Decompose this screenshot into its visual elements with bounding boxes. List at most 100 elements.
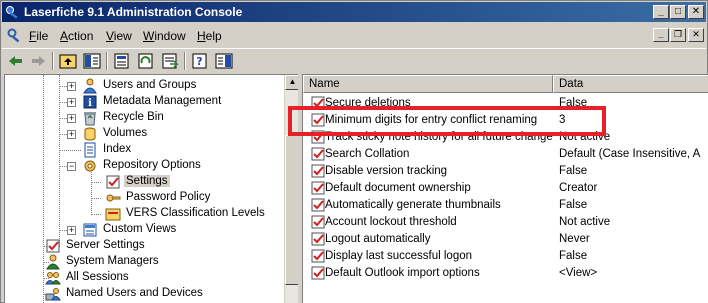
- tree-item-index[interactable]: Index: [5, 142, 284, 158]
- setting-name: Track sticky note history for all future…: [325, 131, 553, 143]
- named-users-icon: [45, 288, 61, 301]
- menu-help[interactable]: Help: [197, 29, 222, 43]
- tree-connector: [91, 198, 101, 199]
- column-header-name[interactable]: Name: [303, 75, 553, 93]
- tree-item-label: Custom Views: [103, 223, 177, 235]
- list-item[interactable]: Automatically generate thumbnails False: [303, 197, 708, 214]
- tree-item-label: Recycle Bin: [103, 111, 164, 123]
- setting-check-icon: [311, 147, 325, 161]
- tree-connector: [59, 150, 81, 151]
- admin-console-window: Laserfiche 9.1 Administration Console _ …: [0, 0, 708, 303]
- tree-item-all-sessions[interactable]: All Sessions: [5, 270, 284, 286]
- setting-value: False: [559, 97, 588, 109]
- setting-name: Logout automatically: [325, 233, 431, 245]
- expand-icon[interactable]: +: [67, 82, 76, 91]
- setting-check-icon: [311, 266, 325, 280]
- console-tree: + Users and Groups + i Metadata Manageme…: [4, 74, 298, 303]
- tree-item-system-managers[interactable]: System Managers: [5, 254, 284, 270]
- menu-help-accel: H: [197, 29, 206, 43]
- tree-item-label: Named Users and Devices: [66, 287, 203, 299]
- properties-icon[interactable]: [112, 52, 132, 70]
- menu-window-label: indow: [154, 29, 186, 43]
- list-item[interactable]: Default Outlook import options <View>: [303, 265, 708, 282]
- tree-item-metadata-management[interactable]: + i Metadata Management: [5, 94, 284, 110]
- refresh-icon[interactable]: [136, 52, 156, 70]
- scroll-up-icon[interactable]: ▲: [285, 75, 298, 90]
- list-item[interactable]: Search Collation Default (Case Insensitiv…: [303, 146, 708, 163]
- expand-icon[interactable]: +: [67, 130, 76, 139]
- tree-item-label: All Sessions: [66, 271, 129, 283]
- setting-value: <View>: [559, 267, 598, 279]
- show-hide-tree-icon[interactable]: [82, 52, 102, 70]
- title-bar[interactable]: Laserfiche 9.1 Administration Console _ …: [2, 2, 706, 22]
- menu-file[interactable]: File: [29, 29, 48, 43]
- list-item[interactable]: Disable version tracking False: [303, 163, 708, 180]
- users-icon: [83, 78, 97, 94]
- tree-item-server-settings[interactable]: Server Settings: [5, 238, 284, 254]
- collapse-icon[interactable]: −: [67, 162, 76, 171]
- document-app-icon[interactable]: [6, 27, 22, 43]
- maximize-button[interactable]: □: [670, 5, 686, 19]
- up-folder-icon[interactable]: [58, 52, 78, 70]
- mdi-restore-button[interactable]: ❐: [670, 28, 686, 42]
- list-item[interactable]: Track sticky note history for all future…: [303, 129, 708, 146]
- list-item[interactable]: Secure deletions False: [303, 95, 708, 112]
- mdi-minimize-button[interactable]: _: [653, 28, 669, 42]
- menu-window[interactable]: Window: [143, 29, 186, 43]
- tree-item-custom-views[interactable]: + Custom Views: [5, 222, 284, 238]
- menu-view[interactable]: View: [106, 29, 132, 43]
- setting-value: Never: [559, 233, 590, 245]
- server-settings-icon: [46, 239, 60, 253]
- forward-icon[interactable]: [28, 52, 48, 70]
- tree-item-users-and-groups[interactable]: + Users and Groups: [5, 78, 284, 94]
- recycle-bin-icon: [84, 112, 96, 126]
- minimize-button[interactable]: _: [653, 5, 669, 19]
- tree-item-label: VERS Classification Levels: [126, 207, 265, 219]
- tree-item-vers-classification-levels[interactable]: VERS Classification Levels: [5, 206, 284, 222]
- close-button[interactable]: ✕: [688, 5, 704, 19]
- list-item[interactable]: Minimum digits for entry conflict renami…: [303, 112, 708, 129]
- setting-check-icon: [311, 215, 325, 229]
- setting-value: 3: [559, 114, 566, 126]
- expand-icon[interactable]: +: [67, 226, 76, 235]
- help-icon[interactable]: ?: [190, 52, 210, 70]
- menu-view-accel: V: [106, 29, 114, 43]
- back-icon[interactable]: [6, 52, 26, 70]
- scroll-thumb[interactable]: [285, 135, 298, 285]
- tree-item-label: Volumes: [103, 127, 148, 139]
- toolbar: ?: [2, 48, 706, 72]
- tree-item-volumes[interactable]: + Volumes: [5, 126, 284, 142]
- expand-icon[interactable]: +: [67, 98, 76, 107]
- repository-options-icon: [84, 160, 96, 172]
- export-list-icon[interactable]: [160, 52, 180, 70]
- tree-vertical-scrollbar[interactable]: ▲: [284, 75, 298, 303]
- expand-icon[interactable]: +: [67, 114, 76, 123]
- svg-text:?: ?: [196, 55, 202, 68]
- settings-check-icon: [106, 175, 120, 189]
- list-item[interactable]: Account lockout threshold Not active: [303, 214, 708, 231]
- tree-item-repository-options[interactable]: − Repository Options: [5, 158, 284, 174]
- setting-check-icon: [311, 181, 325, 195]
- setting-name: Default Outlook import options: [325, 267, 480, 279]
- tree-item-password-policy[interactable]: Password Policy: [5, 190, 284, 206]
- setting-name: Display last successful logon: [325, 250, 473, 262]
- tree-item-settings[interactable]: Settings: [5, 174, 284, 190]
- setting-check-icon: [311, 113, 325, 127]
- list-item[interactable]: Logout automatically Never: [303, 231, 708, 248]
- tree-item-named-users-and-devices[interactable]: Named Users and Devices: [5, 286, 284, 302]
- mdi-close-button[interactable]: ✕: [688, 28, 704, 42]
- setting-check-icon: [311, 232, 325, 246]
- metadata-icon: i: [83, 95, 97, 109]
- show-action-pane-icon[interactable]: [214, 52, 234, 70]
- list-item[interactable]: Default document ownership Creator: [303, 180, 708, 197]
- setting-value: Default (Case Insensitive, A: [559, 148, 701, 160]
- menu-action[interactable]: Action: [60, 29, 93, 43]
- classification-icon: [105, 208, 121, 221]
- list-item[interactable]: Display last successful logon False: [303, 248, 708, 265]
- laserfiche-app-icon: [6, 6, 18, 19]
- setting-name: Secure deletions: [325, 97, 411, 109]
- tree-item-label: Password Policy: [126, 191, 211, 203]
- setting-name: Minimum digits for entry conflict renami…: [325, 114, 538, 126]
- column-header-data[interactable]: Data: [553, 75, 708, 93]
- tree-item-recycle-bin[interactable]: + Recycle Bin: [5, 110, 284, 126]
